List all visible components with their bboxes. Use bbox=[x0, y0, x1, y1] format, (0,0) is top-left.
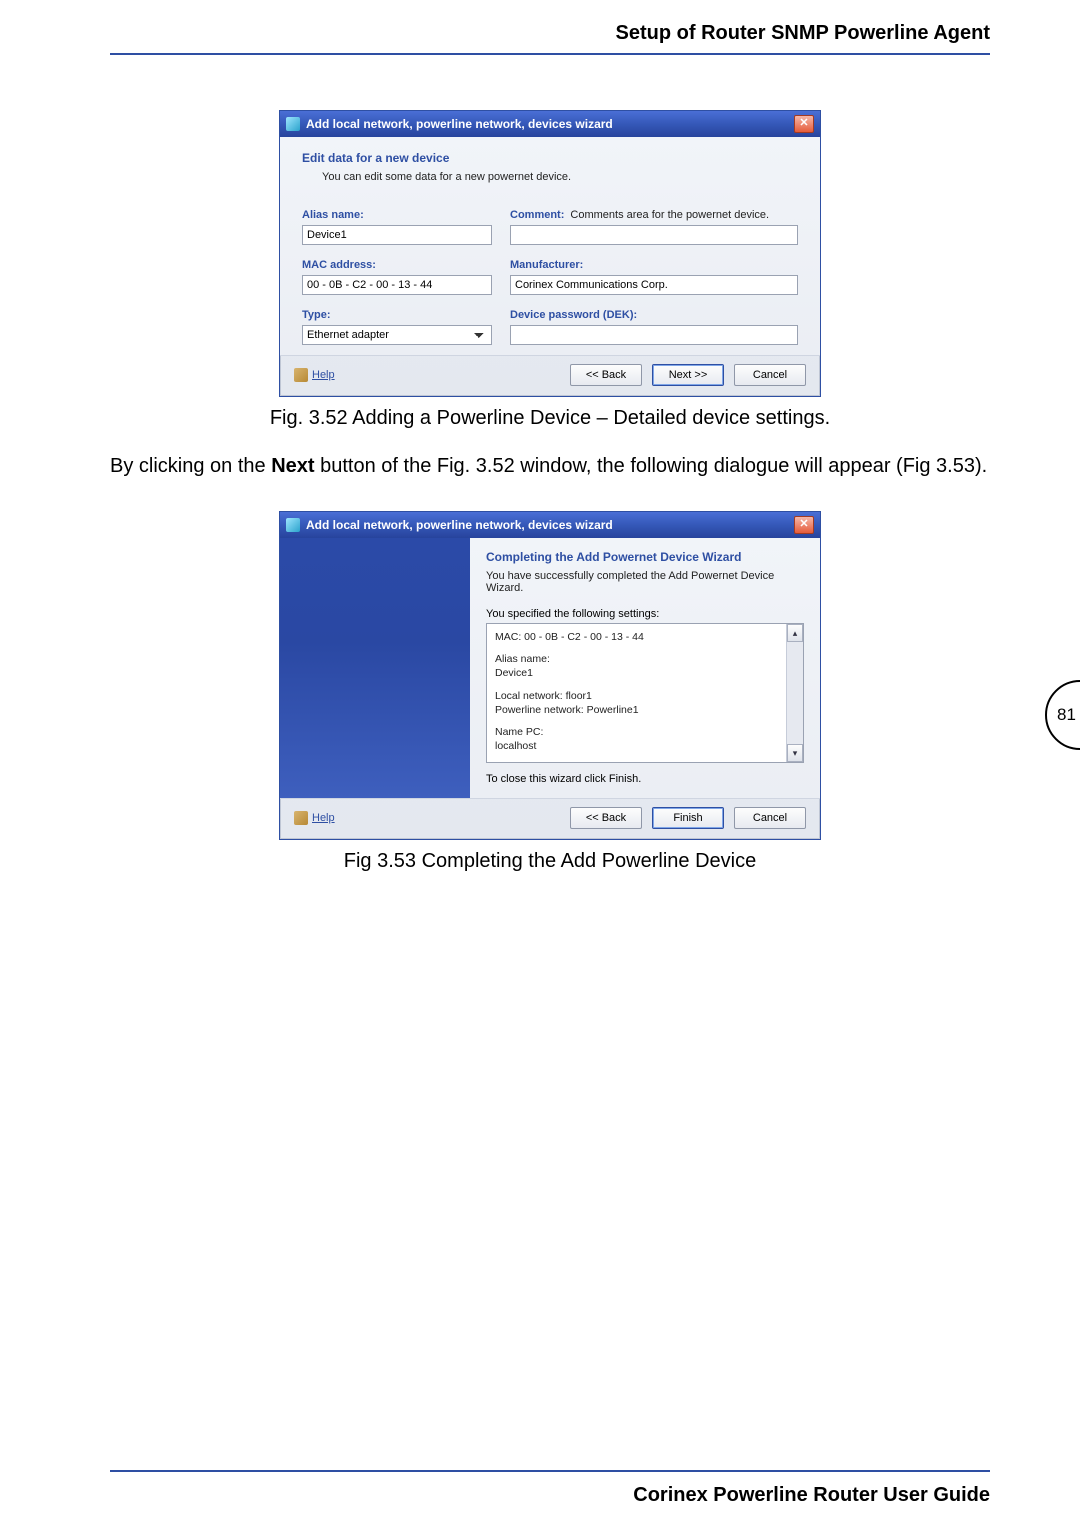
body-next-bold: Next bbox=[271, 455, 314, 477]
body-p1: By clicking on the bbox=[110, 455, 271, 477]
comment-label-row: Comment: Comments area for the powernet … bbox=[510, 209, 798, 221]
settings-intro: You specified the following settings: bbox=[486, 608, 804, 620]
dialog-edit-device: Add local network, powerline network, de… bbox=[279, 110, 821, 397]
dialog2-body: Completing the Add Powernet Device Wizar… bbox=[280, 538, 820, 798]
comment-label: Comment: bbox=[510, 209, 564, 221]
summary-namepc-label: Name PC: bbox=[495, 725, 795, 739]
summary-mac: MAC: 00 - 0B - C2 - 00 - 13 - 44 bbox=[495, 630, 795, 644]
dek-input[interactable] bbox=[510, 325, 798, 345]
app-icon bbox=[286, 518, 300, 532]
comment-hint: Comments area for the powernet device. bbox=[570, 209, 769, 221]
type-label: Type: bbox=[302, 309, 492, 321]
dialog1-buttons: << Back Next >> Cancel bbox=[570, 364, 806, 386]
summary-alias-value: Device1 bbox=[495, 666, 795, 680]
summary-local-net: Local network: floor1 bbox=[495, 689, 795, 703]
scroll-down-button[interactable]: ▾ bbox=[787, 744, 803, 762]
mac-label: MAC address: bbox=[302, 259, 492, 271]
page-number: 81 bbox=[1045, 680, 1080, 750]
help-label: Help bbox=[312, 369, 335, 381]
summary-networks: Local network: floor1 Powerline network:… bbox=[495, 689, 795, 717]
footer-rule bbox=[110, 1470, 990, 1472]
alias-label: Alias name: bbox=[302, 209, 492, 221]
dialog2-footer: Help << Back Finish Cancel bbox=[280, 798, 820, 839]
summary-alias-label: Alias name: bbox=[495, 652, 795, 666]
dialog-complete-wizard: Add local network, powerline network, de… bbox=[279, 511, 821, 840]
completing-sub: You have successfully completed the Add … bbox=[486, 570, 804, 594]
dialog2-titlebar[interactable]: Add local network, powerline network, de… bbox=[280, 512, 820, 538]
cancel-button[interactable]: Cancel bbox=[734, 364, 806, 386]
wizard-side-image bbox=[280, 538, 470, 798]
help-link[interactable]: Help bbox=[294, 368, 335, 382]
dialog1-footer: Help << Back Next >> Cancel bbox=[280, 355, 820, 396]
dialog1-titlebar[interactable]: Add local network, powerline network, de… bbox=[280, 111, 820, 137]
comment-input[interactable] bbox=[510, 225, 798, 245]
close-button[interactable]: ✕ bbox=[794, 115, 814, 133]
fig-3-53-caption: Fig 3.53 Completing the Add Powerline De… bbox=[110, 850, 990, 873]
close-instruction: To close this wizard click Finish. bbox=[486, 773, 804, 785]
dialog2-title: Add local network, powerline network, de… bbox=[306, 518, 613, 532]
next-button[interactable]: Next >> bbox=[652, 364, 724, 386]
page-header-title: Setup of Router SNMP Powerline Agent bbox=[110, 20, 990, 53]
alias-input[interactable] bbox=[302, 225, 492, 245]
summary-alias: Alias name: Device1 bbox=[495, 652, 795, 680]
dek-label: Device password (DEK): bbox=[510, 309, 798, 321]
help-icon bbox=[294, 811, 308, 825]
mac-input[interactable] bbox=[302, 275, 492, 295]
summary-scrollbar[interactable]: ▴ ▾ bbox=[786, 624, 803, 762]
close-button[interactable]: ✕ bbox=[794, 516, 814, 534]
help-label: Help bbox=[312, 812, 335, 824]
body-p3: button of the Fig. 3.52 window, the foll… bbox=[315, 455, 988, 477]
manufacturer-label: Manufacturer: bbox=[510, 259, 798, 271]
help-icon bbox=[294, 368, 308, 382]
back-button[interactable]: << Back bbox=[570, 807, 642, 829]
page-number-wrap: 81 bbox=[1020, 680, 1080, 740]
finish-button[interactable]: Finish bbox=[652, 807, 724, 829]
manufacturer-input[interactable] bbox=[510, 275, 798, 295]
page-footer-title: Corinex Powerline Router User Guide bbox=[633, 1484, 990, 1507]
fig-3-52-caption: Fig. 3.52 Adding a Powerline Device – De… bbox=[110, 407, 990, 430]
help-link[interactable]: Help bbox=[294, 811, 335, 825]
scroll-up-button[interactable]: ▴ bbox=[787, 624, 803, 642]
dialog2-titlebar-left: Add local network, powerline network, de… bbox=[286, 518, 613, 532]
summary-powerline-net: Powerline network: Powerline1 bbox=[495, 703, 795, 717]
settings-summary-box[interactable]: MAC: 00 - 0B - C2 - 00 - 13 - 44 Alias n… bbox=[486, 623, 804, 763]
app-icon bbox=[286, 117, 300, 131]
dialog1-body: Edit data for a new device You can edit … bbox=[280, 137, 820, 355]
summary-namepc-value: localhost bbox=[495, 739, 795, 753]
device-form: Alias name: Comment: Comments area for t… bbox=[302, 199, 798, 345]
header-rule bbox=[110, 53, 990, 55]
type-select[interactable]: Ethernet adapter bbox=[302, 325, 492, 345]
dialog1-titlebar-left: Add local network, powerline network, de… bbox=[286, 117, 613, 131]
dialog1-title: Add local network, powerline network, de… bbox=[306, 117, 613, 131]
edit-data-subtext: You can edit some data for a new powerne… bbox=[322, 171, 798, 183]
cancel-button[interactable]: Cancel bbox=[734, 807, 806, 829]
dialog2-content: Completing the Add Powernet Device Wizar… bbox=[470, 538, 820, 798]
back-button[interactable]: << Back bbox=[570, 364, 642, 386]
body-paragraph: By clicking on the Next button of the Fi… bbox=[110, 452, 990, 481]
edit-data-heading: Edit data for a new device bbox=[302, 151, 798, 165]
dialog2-buttons: << Back Finish Cancel bbox=[570, 807, 806, 829]
completing-heading: Completing the Add Powernet Device Wizar… bbox=[486, 550, 804, 564]
summary-namepc: Name PC: localhost bbox=[495, 725, 795, 753]
